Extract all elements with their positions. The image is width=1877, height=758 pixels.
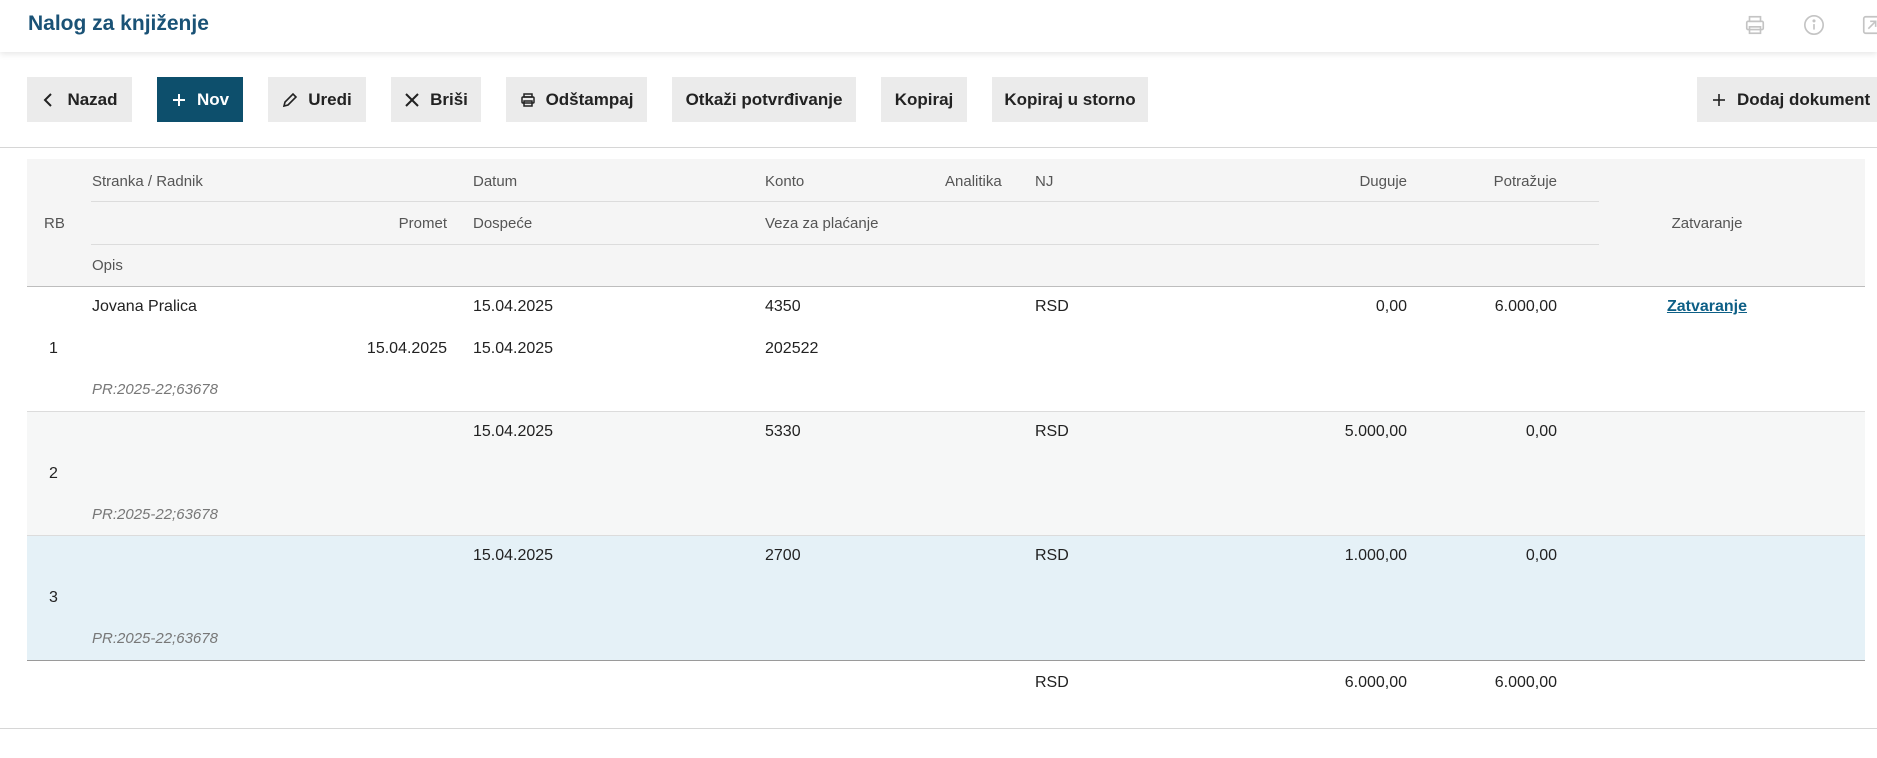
table-row[interactable]: 2 15.04.2025 5330 RSD 5.000,00 0,00 PR:2…	[27, 412, 1865, 536]
cell-konto: 5330	[765, 423, 801, 440]
table-row[interactable]: 1 Jovana Pralica 15.04.2025 15.04.2025 1…	[27, 287, 1865, 412]
cell-potrazuje: 6.000,00	[1494, 298, 1557, 315]
cell-rb: 3	[49, 589, 58, 606]
cell-datum: 15.04.2025	[473, 547, 554, 564]
cancel-confirmation-button[interactable]: Otkaži potvrđivanje	[672, 77, 856, 122]
header-nj: NJ	[1035, 173, 1054, 190]
header-dospece: Dospeće	[473, 215, 533, 232]
header-veza: Veza za plaćanje	[765, 215, 879, 232]
header-divider	[91, 244, 1599, 245]
copy-button[interactable]: Kopiraj	[881, 77, 967, 122]
header-datum: Datum	[473, 173, 518, 190]
new-button[interactable]: Nov	[157, 77, 243, 122]
cell-nj: RSD	[1035, 547, 1069, 564]
total-potrazuje: 6.000,00	[1494, 674, 1557, 691]
cell-opis: PR:2025-22;63678	[92, 506, 218, 523]
cell-datum: 15.04.2025	[473, 298, 554, 315]
open-external-icon[interactable]	[1861, 14, 1877, 36]
table-row-selected[interactable]: 3 15.04.2025 2700 RSD 1.000,00 0,00 PR:2…	[27, 536, 1865, 661]
header-analitika: Analitika	[945, 173, 1002, 190]
copy-button-label: Kopiraj	[894, 89, 954, 109]
print-button-label: Odštampaj	[545, 89, 634, 109]
cell-veza: 202522	[765, 340, 819, 357]
totals-row: RSD 6.000,00 6.000,00	[27, 661, 1865, 705]
cell-potrazuje: 0,00	[1525, 423, 1557, 440]
pencil-icon	[283, 92, 298, 107]
cell-rb: 1	[49, 340, 58, 357]
plus-icon	[172, 93, 185, 106]
cell-datum: 15.04.2025	[473, 423, 554, 440]
cancel-confirmation-label: Otkaži potvrđivanje	[685, 89, 843, 109]
cell-konto: 4350	[765, 298, 801, 315]
cell-promet: 15.04.2025	[366, 340, 447, 357]
cell-nj: RSD	[1035, 423, 1069, 440]
plus-icon	[1713, 93, 1725, 106]
cell-opis: PR:2025-22;63678	[92, 630, 218, 647]
back-button[interactable]: Nazad	[27, 77, 132, 122]
cell-opis: PR:2025-22;63678	[92, 381, 218, 398]
table-header: RB Stranka / Radnik Promet Opis Datum Do…	[27, 159, 1865, 287]
cell-rb: 2	[49, 465, 58, 482]
back-button-label: Nazad	[67, 89, 118, 109]
cell-konto: 2700	[765, 547, 801, 564]
add-document-button[interactable]: Dodaj dokument	[1697, 77, 1877, 122]
copy-to-storno-button[interactable]: Kopiraj u storno	[992, 77, 1148, 122]
edit-button[interactable]: Uredi	[268, 77, 366, 122]
print-icon	[520, 92, 535, 107]
chevron-left-icon	[44, 92, 53, 107]
header-rb: RB	[44, 215, 65, 232]
print-icon[interactable]	[1744, 14, 1766, 36]
cell-dospece: 15.04.2025	[473, 340, 554, 357]
header-divider	[91, 201, 1599, 202]
header-promet: Promet	[398, 215, 447, 232]
page-title: Nalog za knjiženje	[28, 12, 209, 35]
cell-stranka: Jovana Pralica	[92, 298, 197, 315]
print-button[interactable]: Odštampaj	[506, 77, 647, 122]
edit-button-label: Uredi	[308, 89, 352, 109]
header-potrazuje: Potražuje	[1493, 173, 1557, 190]
header-konto: Konto	[765, 173, 805, 190]
cell-potrazuje: 0,00	[1525, 547, 1557, 564]
delete-button[interactable]: Briši	[391, 77, 481, 122]
delete-button-label: Briši	[430, 89, 468, 109]
new-button-label: Nov	[196, 89, 230, 109]
bottom-divider	[0, 728, 1877, 729]
header-stranka: Stranka / Radnik	[92, 173, 203, 190]
header-zatvaranje: Zatvaranje	[1671, 215, 1743, 232]
copy-to-storno-label: Kopiraj u storno	[1004, 89, 1136, 109]
add-document-label: Dodaj dokument	[1737, 89, 1871, 109]
cell-nj: RSD	[1035, 298, 1069, 315]
info-icon[interactable]	[1803, 14, 1825, 36]
close-icon	[405, 92, 419, 107]
page-header: Nalog za knjiženje	[0, 0, 1877, 52]
zatvaranje-link[interactable]: Zatvaranje	[1607, 298, 1807, 316]
total-nj: RSD	[1035, 674, 1069, 691]
toolbar-divider	[0, 147, 1877, 148]
header-opis: Opis	[92, 257, 123, 274]
